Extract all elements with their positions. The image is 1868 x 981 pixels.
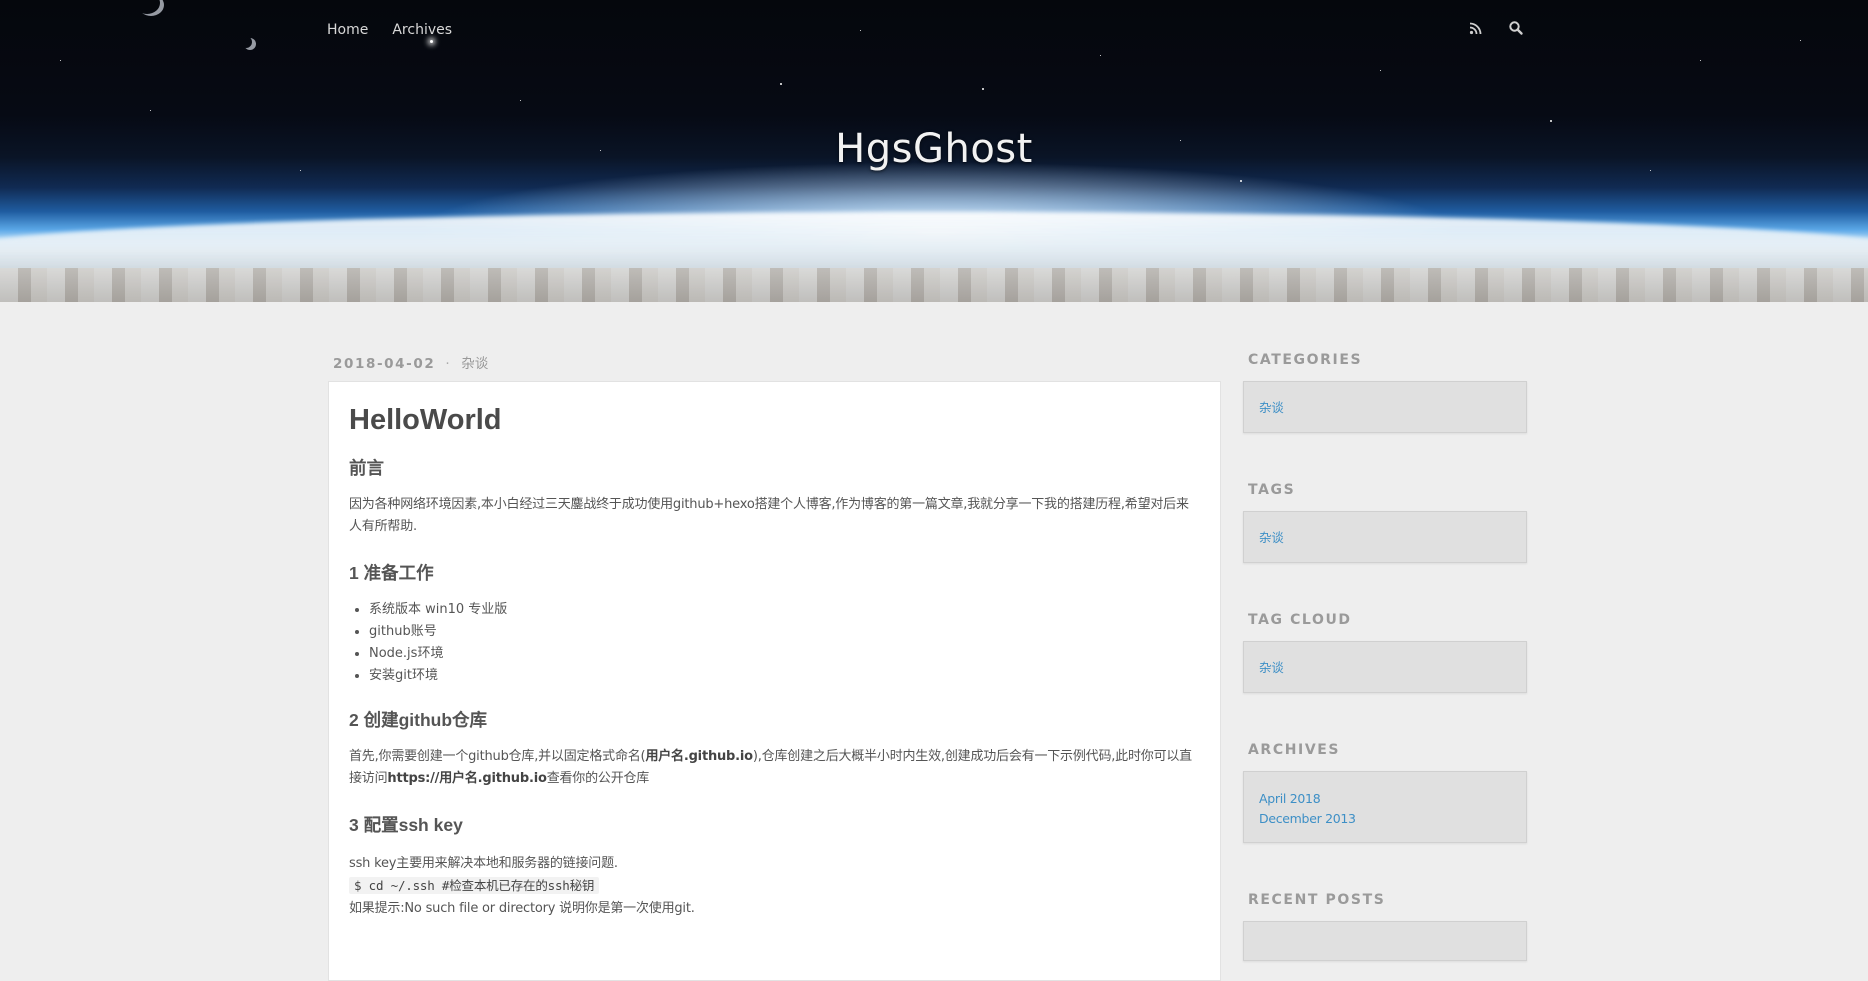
tag-cloud-link[interactable]: 杂谈 [1259,658,1511,678]
bold-text: https://用户名.github.io [387,771,547,786]
meta-separator: · [445,356,452,372]
nav-icons [1468,20,1524,36]
tag-cloud-box: 杂谈 [1243,641,1527,693]
star [780,83,782,85]
section-heading: 3 配置ssh key [349,815,463,835]
nav-archives-link[interactable]: Archives [392,22,452,38]
star [520,100,521,101]
archives-heading: ARCHIVES [1248,742,1341,758]
inline-code: $ cd ~/.ssh #检查本机已存在的ssh秘钥 [349,877,600,894]
rss-icon[interactable] [1468,20,1484,36]
post-title[interactable]: HelloWorld [349,404,1200,437]
post-date[interactable]: 2018-04-02 [333,356,435,372]
ssh-paragraph: ssh key主要用来解决本地和服务器的链接问题. [349,856,618,871]
site-title[interactable]: HgsGhost [0,126,1868,172]
text-span: 查看你的公开仓库 [546,771,650,786]
list-item: Node.js环境 [369,643,1200,665]
recent-posts-box [1243,921,1527,961]
archive-link-december-2013[interactable]: December 2013 [1259,809,1511,829]
intro-paragraph: 因为各种网络环境因素,本小白经过三天鏖战终于成功使用github+hexo搭建个… [349,497,1189,534]
categories-heading: CATEGORIES [1248,352,1363,368]
tags-heading: TAGS [1248,482,1296,498]
code-line: $ cd ~/.ssh #检查本机已存在的ssh秘钥 [349,875,1200,898]
star [1100,55,1101,56]
section-heading: 2 创建github仓库 [349,710,488,730]
post-meta: 2018-04-02 · 杂谈 [333,352,488,372]
star [1380,70,1381,71]
star [430,40,433,43]
intro-heading: 前言 [349,458,384,478]
tag-link[interactable]: 杂谈 [1259,528,1511,548]
planet-crescent [244,38,256,50]
list-item: 系统版本 win10 专业版 [369,599,1200,621]
list-item: github账号 [369,621,1200,643]
post-category-link[interactable]: 杂谈 [461,356,488,372]
post-article: HelloWorld 前言 因为各种网络环境因素,本小白经过三天鏖战终于成功使用… [328,381,1221,981]
requirements-list: 系统版本 win10 专业版 github账号 Node.js环境 安装git环… [349,599,1200,687]
list-item: 安装git环境 [369,665,1200,687]
recent-posts-heading: RECENT POSTS [1248,892,1386,908]
nav-home-link[interactable]: Home [327,22,368,38]
archive-link-april-2018[interactable]: April 2018 [1259,789,1511,809]
ssh-hint-paragraph: 如果提示:No such file or directory 说明你是第一次使用… [349,901,695,916]
search-icon[interactable] [1508,20,1524,36]
section-heading: 1 准备工作 [349,563,434,583]
main-nav: Home Archives [327,22,452,38]
categories-box: 杂谈 [1243,381,1527,433]
star [60,60,61,61]
tags-box: 杂谈 [1243,511,1527,563]
star [982,88,984,90]
cloud-layer [0,268,1868,302]
star [150,110,151,111]
star [1700,60,1701,61]
star [860,30,861,31]
star [1240,180,1242,182]
star [1800,40,1801,41]
planet-crescent [138,0,164,16]
header-banner: Home Archives HgsGhost [0,0,1868,302]
tag-cloud-heading: TAG CLOUD [1248,612,1352,628]
archives-box: April 2018 December 2013 [1243,771,1527,843]
star [1550,120,1552,122]
category-link[interactable]: 杂谈 [1259,398,1511,418]
text-span: 首先,你需要创建一个github仓库,并以固定格式命名( [349,749,646,764]
repo-paragraph: 首先,你需要创建一个github仓库,并以固定格式命名(用户名.github.i… [349,746,1200,790]
bold-text: 用户名.github.io [645,749,753,764]
